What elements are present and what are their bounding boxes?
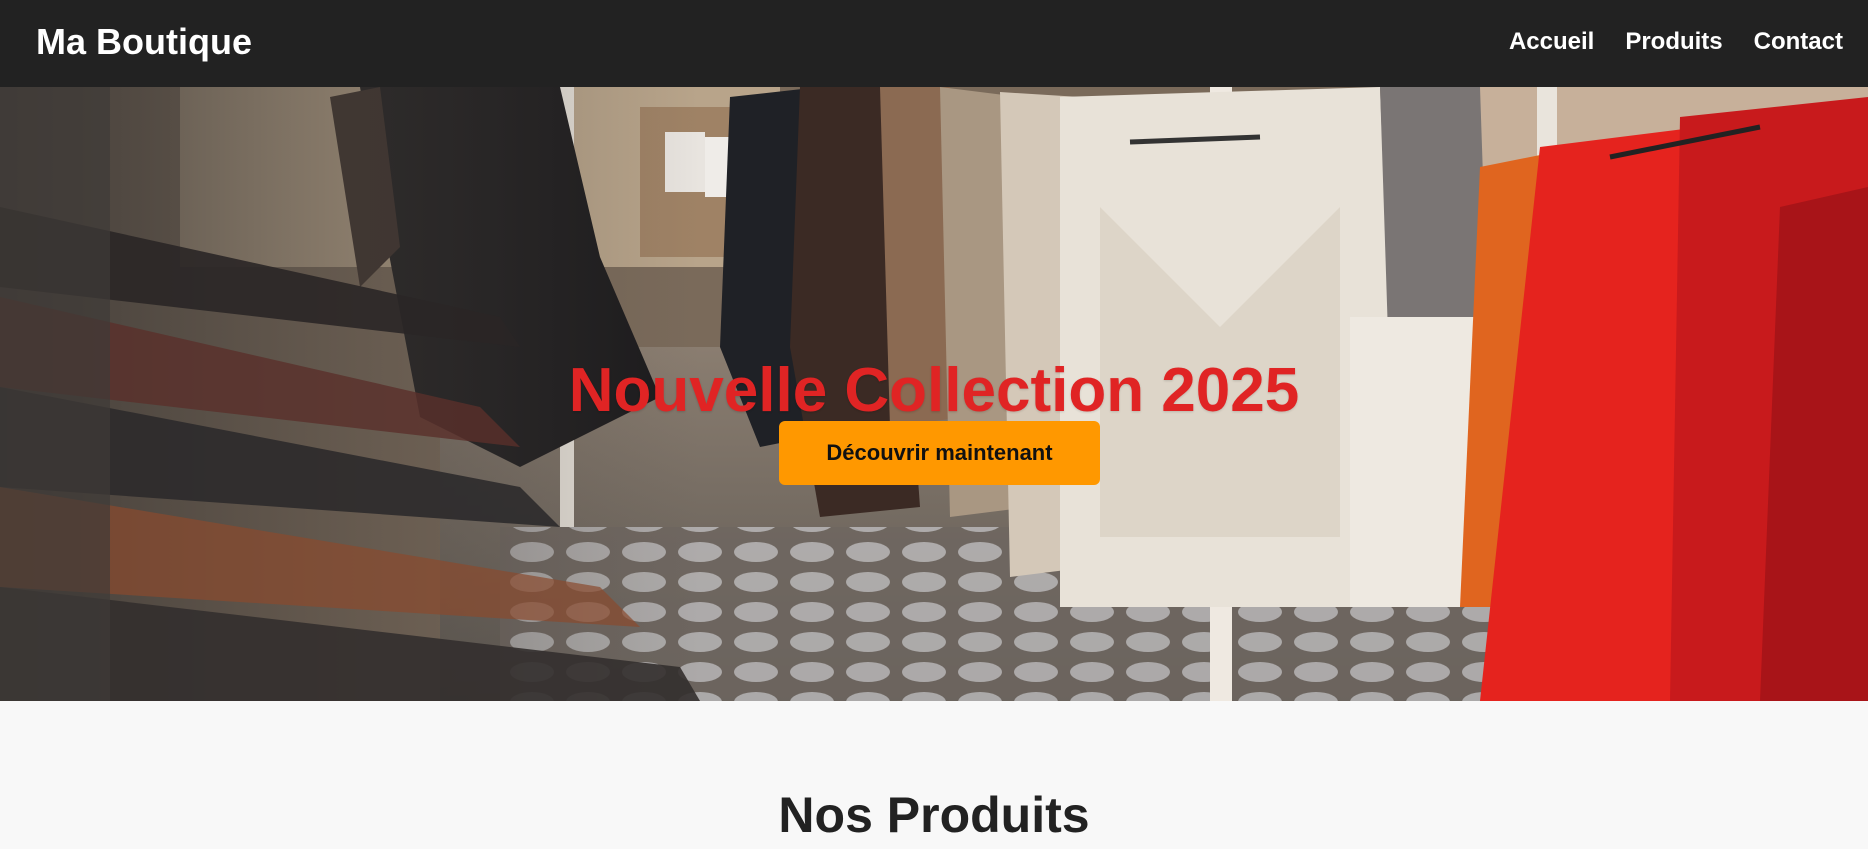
hero-title: Nouvelle Collection 2025 [568, 355, 1300, 425]
main-nav: Accueil Produits Contact [1509, 28, 1843, 56]
products-heading: Nos Produits [778, 787, 1090, 843]
products-section: Nos Produits [0, 701, 1868, 849]
discover-now-button[interactable]: Découvrir maintenant [779, 421, 1100, 485]
hero-banner: Nouvelle Collection 2025 Découvrir maint… [0, 87, 1868, 701]
top-navbar: Ma Boutique Accueil Produits Contact [0, 0, 1868, 87]
nav-link-accueil[interactable]: Accueil [1509, 28, 1594, 56]
nav-link-produits[interactable]: Produits [1625, 28, 1722, 56]
nav-link-contact[interactable]: Contact [1754, 28, 1843, 56]
brand-logo[interactable]: Ma Boutique [36, 21, 252, 63]
